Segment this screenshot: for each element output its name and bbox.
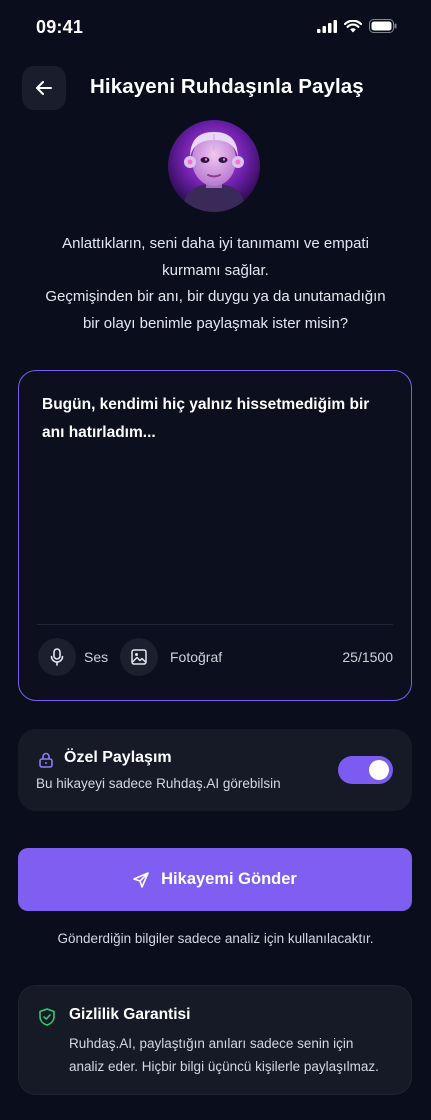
status-time: 09:41: [36, 17, 84, 37]
intro-line: Geçmişinden bir anı, bir duygu ya da unu…: [45, 288, 386, 305]
disclaimer-text: Gönderdiğin bilgiler sadece analiz için …: [57, 931, 374, 946]
avatar: [168, 120, 260, 212]
battery-icon: [369, 19, 397, 33]
story-textarea[interactable]: Bugün, kendimi hiç yalnız hissetmediğim …: [42, 391, 392, 447]
private-sharing-description: Bu hikayeyi sadece Ruhdaş.AI görebilsin: [36, 776, 281, 791]
private-sharing-card: Özel Paylaşım Bu hikayeyi sadece Ruhdaş.…: [18, 729, 412, 811]
private-sharing-toggle[interactable]: [338, 756, 393, 784]
lock-icon: [39, 752, 53, 768]
signal-icon: [317, 19, 337, 33]
toggle-knob: [369, 760, 389, 780]
status-bar: 09:41: [0, 0, 431, 54]
send-icon: [133, 871, 149, 888]
divider: [37, 624, 393, 625]
story-input-card[interactable]: Bugün, kendimi hiç yalnız hissetmediğim …: [18, 370, 412, 701]
image-icon: [131, 649, 147, 665]
private-sharing-title: Özel Paylaşım: [64, 749, 172, 766]
intro-line: bir olayı benimle paylaşmak ister misin?: [82, 314, 349, 332]
status-icons: [317, 19, 397, 33]
intro-line: Anlattıkların, seni daha iyi tanımamı ve…: [62, 235, 369, 252]
privacy-title: Gizlilik Garantisi: [69, 1006, 191, 1023]
microphone-icon: [50, 648, 64, 666]
send-story-button[interactable]: Hikayemi Gönder: [18, 848, 412, 911]
send-button-label: Hikayemi Gönder: [161, 870, 297, 888]
intro-line: kurmamı sağlar.: [162, 261, 269, 279]
photo-button-circle: [120, 638, 158, 676]
privacy-guarantee-card: Gizlilik Garantisi Ruhdaş.AI, paylaştığı…: [18, 985, 412, 1095]
arrow-left-icon: [36, 81, 52, 95]
intro-text: Anlattıkların, seni daha iyi tanımamı ve…: [20, 231, 411, 337]
voice-label: Ses: [84, 649, 109, 665]
page-title: Hikayeni Ruhdaşınla Paylaş: [90, 75, 364, 98]
photo-label: Fotoğraf: [170, 649, 223, 665]
back-button[interactable]: [22, 66, 66, 110]
photo-button[interactable]: Fotoğraf: [120, 638, 222, 676]
shield-check-icon: [39, 1008, 55, 1026]
voice-button-circle: [38, 638, 76, 676]
wifi-icon: [344, 19, 362, 32]
voice-button[interactable]: Ses: [38, 638, 108, 676]
character-count: 25/1500: [342, 649, 393, 665]
privacy-body: Ruhdaş.AI, paylaştığın anıları sadece se…: [69, 1036, 379, 1074]
